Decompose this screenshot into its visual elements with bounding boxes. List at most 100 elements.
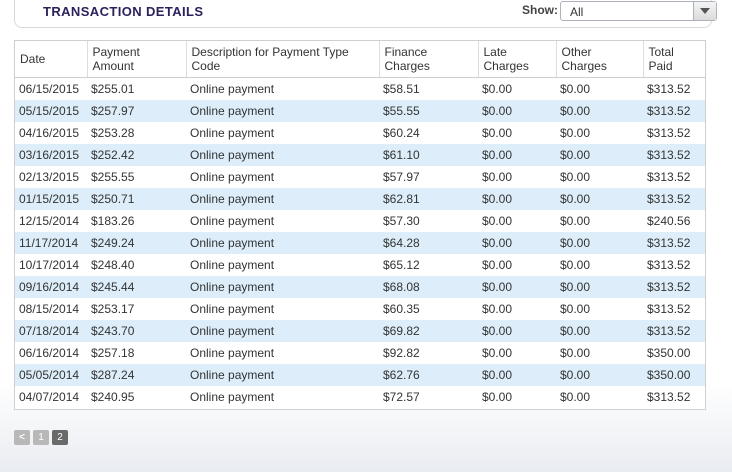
late-charges-cell: $0.00 (478, 363, 556, 386)
total-paid-cell: $313.52 (643, 143, 705, 166)
table-row: 04/07/2014 $240.95 Online payment $72.57 $0.… (15, 386, 705, 408)
column-header-description[interactable]: Description for Payment Type Code (185, 41, 379, 78)
description-cell: Online payment (186, 231, 379, 254)
description-cell: Online payment (186, 275, 379, 298)
late-charges-cell: $0.00 (478, 143, 556, 166)
prev-page-button[interactable]: < (14, 430, 30, 445)
late-charges-cell: $0.00 (478, 319, 556, 342)
description-cell: Online payment (190, 345, 275, 360)
date-cell: 10/17/2014 (19, 257, 80, 272)
payment-amount-cell: $252.42 (87, 143, 186, 166)
payment-amount-cell: $248.40 (91, 257, 135, 272)
description-cell: Online payment (186, 143, 379, 166)
column-header-date[interactable]: Date (15, 41, 87, 78)
other-charges-cell: $0.00 (560, 301, 591, 316)
date-cell: 08/15/2014 (19, 301, 80, 316)
column-header-late-charges[interactable]: Late Charges (477, 41, 556, 78)
column-header-other-charges[interactable]: Other Charges (555, 41, 643, 78)
payment-amount-cell: $253.17 (91, 301, 135, 316)
late-charges-cell: $0.00 (482, 257, 513, 272)
page-title: TRANSACTION DETAILS (43, 4, 204, 19)
date-cell: 09/16/2014 (15, 275, 87, 298)
total-paid-cell: $313.52 (647, 81, 691, 96)
page-button-2[interactable]: 2 (52, 430, 68, 445)
finance-charges-cell: $64.28 (379, 231, 478, 254)
description-cell: Online payment (186, 363, 379, 386)
finance-charges-cell: $55.55 (379, 99, 478, 122)
finance-charges-cell: $57.30 (383, 213, 420, 228)
other-charges-cell: $0.00 (556, 363, 643, 386)
payment-amount-cell: $243.70 (87, 319, 186, 342)
date-cell: 12/15/2014 (19, 213, 80, 228)
total-paid-cell: $313.52 (643, 275, 705, 298)
chevron-down-icon[interactable] (693, 2, 716, 20)
total-paid-cell: $240.56 (647, 213, 691, 228)
column-header-total-paid[interactable]: Total Paid (642, 41, 705, 78)
transactions-table-body: 06/15/2015 $255.01 Online payment $58.51 $0.… (15, 78, 705, 408)
payment-amount-cell: $287.24 (87, 363, 186, 386)
total-paid-cell: $313.52 (647, 169, 691, 184)
payment-amount-cell: $240.95 (91, 389, 135, 404)
late-charges-cell: $0.00 (482, 125, 513, 140)
table-row: 06/16/2014 $257.18 Online payment $92.82 $0.… (15, 342, 705, 364)
other-charges-cell: $0.00 (560, 169, 591, 184)
other-charges-cell: $0.00 (560, 345, 591, 360)
total-paid-cell: $313.52 (643, 99, 705, 122)
show-filter-label: Show: (522, 3, 558, 17)
late-charges-cell: $0.00 (482, 81, 513, 96)
transactions-table: Date Payment Amount Description for Paym… (15, 41, 705, 408)
total-paid-cell: $313.52 (643, 231, 705, 254)
late-charges-cell: $0.00 (482, 213, 513, 228)
column-header-payment-amount[interactable]: Payment Amount (86, 41, 186, 78)
finance-charges-cell: $72.57 (383, 389, 420, 404)
late-charges-cell: $0.00 (478, 187, 556, 210)
payment-amount-cell: $250.71 (87, 187, 186, 210)
table-header-row: Date Payment Amount Description for Paym… (15, 41, 705, 78)
column-header-finance-charges[interactable]: Finance Charges (378, 41, 478, 78)
other-charges-cell: $0.00 (556, 275, 643, 298)
finance-charges-cell: $57.97 (383, 169, 420, 184)
payment-amount-cell: $257.97 (87, 99, 186, 122)
table-row: 11/17/2014 $249.24 Online payment $64.28 $0.… (15, 231, 705, 254)
payment-amount-cell: $183.26 (91, 213, 135, 228)
description-cell: Online payment (186, 99, 379, 122)
total-paid-cell: $313.52 (647, 389, 691, 404)
table-row: 05/15/2015 $257.97 Online payment $55.55 $0.… (15, 99, 705, 122)
other-charges-cell: $0.00 (556, 99, 643, 122)
other-charges-cell: $0.00 (556, 319, 643, 342)
description-cell: Online payment (186, 187, 379, 210)
date-cell: 01/15/2015 (15, 187, 87, 210)
other-charges-cell: $0.00 (556, 143, 643, 166)
date-cell: 02/13/2015 (19, 169, 80, 184)
table-row: 10/17/2014 $248.40 Online payment $65.12 $0.… (15, 254, 705, 276)
description-cell: Online payment (190, 301, 275, 316)
payment-amount-cell: $253.28 (91, 125, 135, 140)
other-charges-cell: $0.00 (560, 81, 591, 96)
finance-charges-cell: $60.35 (383, 301, 420, 316)
table-row: 12/15/2014 $183.26 Online payment $57.30 $0.… (15, 210, 705, 232)
other-charges-cell: $0.00 (560, 257, 591, 272)
date-cell: 06/15/2015 (19, 81, 80, 96)
transaction-details-header: TRANSACTION DETAILS Show: All (14, 0, 717, 28)
show-filter-select[interactable]: All (560, 1, 717, 21)
payment-amount-cell: $255.55 (91, 169, 135, 184)
other-charges-cell: $0.00 (556, 187, 643, 210)
table-row: 01/15/2015 $250.71 Online payment $62.81 $0.… (15, 187, 705, 210)
description-cell: Online payment (190, 389, 275, 404)
description-cell: Online payment (190, 125, 275, 140)
page-button-1[interactable]: 1 (33, 430, 49, 445)
total-paid-cell: $313.52 (643, 187, 705, 210)
description-cell: Online payment (190, 81, 275, 96)
other-charges-cell: $0.00 (560, 213, 591, 228)
table-row: 07/18/2014 $243.70 Online payment $69.82 $0.… (15, 319, 705, 342)
payment-amount-cell: $245.44 (87, 275, 186, 298)
late-charges-cell: $0.00 (482, 301, 513, 316)
finance-charges-cell: $61.10 (379, 143, 478, 166)
total-paid-cell: $313.52 (643, 319, 705, 342)
date-cell: 04/16/2015 (19, 125, 80, 140)
payment-amount-cell: $257.18 (91, 345, 135, 360)
show-filter-value: All (570, 5, 584, 19)
table-row: 09/16/2014 $245.44 Online payment $68.08 $0.… (15, 275, 705, 298)
transactions-table-container: Date Payment Amount Description for Paym… (14, 40, 706, 410)
finance-charges-cell: $69.82 (379, 319, 478, 342)
